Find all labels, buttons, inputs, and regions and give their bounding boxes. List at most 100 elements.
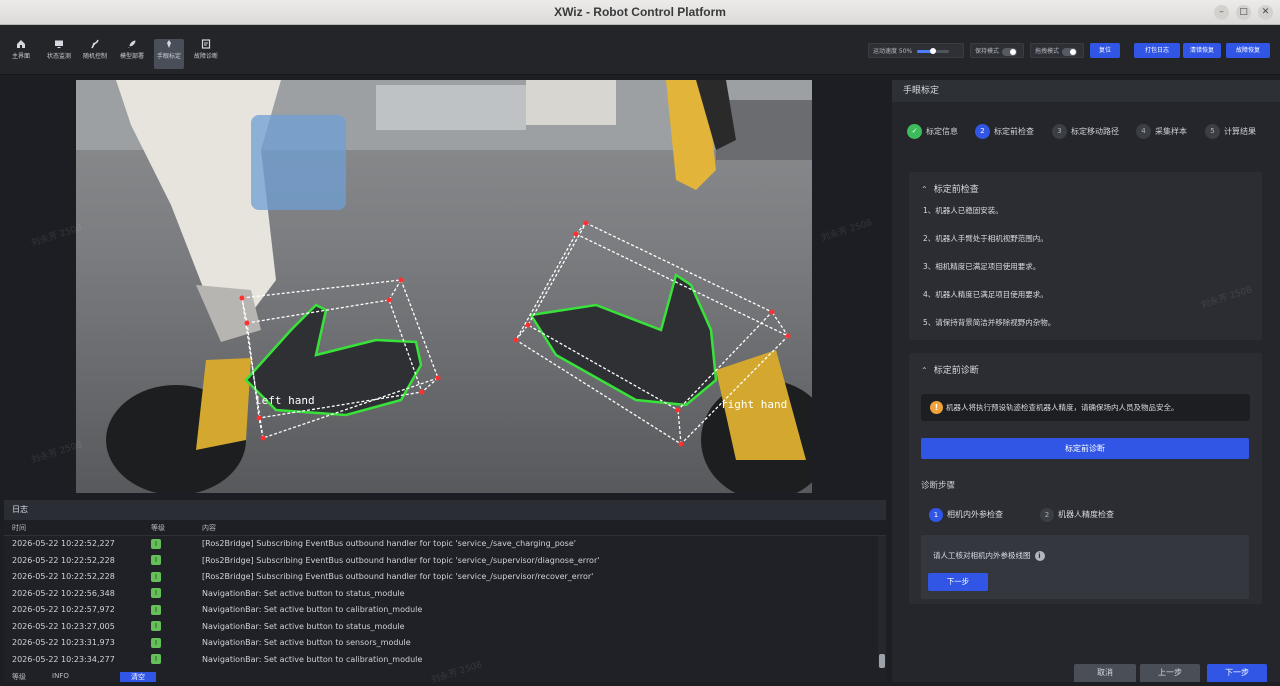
nav-home[interactable]: 主界面 (6, 39, 36, 69)
fault-recover-button[interactable]: 故障恢复 (1226, 43, 1270, 58)
speed-label: 运动速度 50% (873, 48, 913, 55)
diagnose-steps-title: 诊断步骤 (921, 481, 956, 491)
level-icon: I (151, 538, 161, 549)
level-icon: I (151, 571, 161, 582)
speed-control[interactable]: 运动速度 50% (868, 43, 964, 58)
calibration-step-5[interactable]: 5 计算结果 (1205, 123, 1256, 140)
log-message: NavigationBar: Set active button to stat… (202, 588, 405, 598)
diagnose-header[interactable]: ⌃ 标定前诊断 (909, 353, 1262, 376)
level-icon: I (151, 621, 161, 631)
run-diagnose-button[interactable]: 标定前诊断 (921, 438, 1249, 459)
log-level-badge: I (151, 553, 161, 570)
log-row: 2026-05-22 10:23:27,005 I NavigationBar: S… (4, 619, 886, 636)
rocket-icon (128, 40, 136, 48)
log-scrollbar[interactable] (878, 536, 886, 668)
nav-diagnose[interactable]: 故障诊断 (191, 39, 221, 69)
clear-error-button[interactable]: 清错恢复 (1183, 43, 1221, 58)
next-step-button[interactable]: 下一步 (1207, 664, 1267, 682)
log-panel: 日志 时间 等级 内容 2026-05-22 10:22:52,227 I [Ros… (4, 500, 886, 682)
log-time: 2026-05-22 10:23:27,005 (12, 621, 115, 631)
step-label: 标定信息 (926, 127, 958, 136)
step-label: 计算结果 (1224, 127, 1256, 136)
pack-log-button[interactable]: 打包日志 (1134, 43, 1180, 58)
calibration-title: 手眼标定 (892, 80, 1280, 102)
check-item: 5、请保持背景简洁并移除视野内杂物。 (923, 318, 1056, 327)
minimize-button[interactable]: – (1214, 5, 1229, 20)
log-level-badge: I (151, 586, 161, 603)
hold-mode-control[interactable]: 保持模式 (970, 43, 1024, 58)
reset-button[interactable]: 复位 (1090, 43, 1120, 58)
calibration-step-4[interactable]: 4 采集样本 (1136, 123, 1187, 140)
nav-deploy[interactable]: 模型部署 (117, 39, 147, 69)
nav-calibration[interactable]: 手眼标定 (154, 39, 184, 69)
log-clear-button[interactable]: 清空 (120, 672, 156, 682)
right-hand-label: right hand (721, 398, 787, 411)
diagnose-step-content: 请人工核对相机内外参极线图 i 下一步 (921, 535, 1249, 599)
log-level-badge: I (151, 635, 161, 652)
log-row: 2026-05-22 10:22:57,972 I NavigationBar: S… (4, 602, 886, 619)
level-icon: I (151, 637, 161, 648)
log-rows: 2026-05-22 10:22:52,227 I [Ros2Bridge] Sub… (4, 536, 886, 668)
nav-label: 随机控制 (82, 53, 107, 60)
log-row: 2026-05-22 10:22:56,348 I NavigationBar: S… (4, 586, 886, 603)
log-level-filter-label: 等级 (12, 673, 26, 681)
window-title: XWiz - Robot Control Platform (554, 5, 726, 19)
log-level-badge: I (151, 652, 161, 669)
log-row: 2026-05-22 10:22:52,228 I [Ros2Bridge] Sub… (4, 569, 886, 586)
calibration-step-1[interactable]: ✓ 标定信息 (907, 123, 958, 140)
precheck-header[interactable]: ⌃ 标定前检查 (909, 172, 1262, 195)
log-time: 2026-05-22 10:23:34,277 (12, 654, 115, 664)
log-message: NavigationBar: Set active button to cali… (202, 654, 423, 664)
check-item: 4、机器人精度已满足项目使用要求。 (923, 290, 1048, 299)
diagnose-icon (201, 39, 211, 49)
calibration-step-2[interactable]: 2 标定前检查 (975, 123, 1034, 140)
home-icon (17, 40, 25, 48)
nav-label: 主界面 (11, 53, 30, 60)
nav-control[interactable]: 随机控制 (80, 39, 110, 69)
left-hand-label: left hand (255, 394, 315, 407)
col-content-header: 内容 (202, 524, 216, 532)
window-titlebar: XWiz - Robot Control Platform – □ ✕ (0, 0, 1280, 25)
camera-scene: left hand right hand (76, 80, 812, 493)
drag-mode-toggle[interactable] (1062, 47, 1078, 56)
nav-label: 状态监测 (46, 53, 71, 60)
main-toolbar: 主界面 状态监测 随机控制 模型部署 手眼标定 故障诊断 运动速度 50% 保持… (0, 25, 1280, 75)
info-icon[interactable]: i (1034, 551, 1045, 561)
level-icon: I (151, 555, 161, 565)
nav-label: 模型部署 (119, 53, 144, 60)
drag-mode-control[interactable]: 拖拽模式 (1030, 43, 1084, 58)
step-number: 1 (929, 507, 943, 522)
step-label: 标定移动路径 (1071, 127, 1119, 136)
log-level-badge: I (151, 536, 161, 553)
log-time: 2026-05-22 10:22:57,972 (12, 605, 115, 614)
calibration-panel: 手眼标定 ✓ 标定信息 2 标定前检查 3 标定移动路径 4 采集样本 5 计算结果 ⌃ 标定前检查… (892, 80, 1280, 682)
speed-slider[interactable] (917, 48, 950, 54)
close-button[interactable]: ✕ (1258, 5, 1273, 20)
hold-mode-toggle[interactable] (1002, 47, 1018, 56)
col-level-header: 等级 (151, 524, 165, 532)
log-level-filter[interactable]: INFO (52, 672, 69, 680)
check-item: 3、相机精度已满足项目使用要求。 (923, 262, 1041, 271)
log-title: 日志 (4, 500, 886, 520)
camera-view: left hand right hand (76, 80, 812, 493)
check-item: 1、机器人已稳固安装。 (923, 206, 1003, 215)
arm-icon (91, 39, 99, 49)
log-message: NavigationBar: Set active button to sens… (202, 638, 411, 647)
log-row: 2026-05-22 10:22:52,227 I [Ros2Bridge] Sub… (4, 536, 886, 553)
log-row: 2026-05-22 10:23:34,277 I NavigationBar: S… (4, 652, 886, 669)
diagnose-step-1[interactable]: 1 相机内外参检查 (929, 507, 1003, 522)
calibration-step-3[interactable]: 3 标定移动路径 (1052, 123, 1119, 140)
calibrate-icon (167, 40, 171, 48)
log-message: [Ros2Bridge] Subscribing EventBus outbou… (202, 555, 600, 565)
nav-label: 故障诊断 (193, 53, 218, 60)
diagnose-step-2[interactable]: 2 机器人精度检查 (1040, 507, 1114, 522)
diagnose-next-button[interactable]: 下一步 (928, 573, 988, 591)
log-scroll-thumb[interactable] (879, 654, 885, 668)
nav-status[interactable]: 状态监测 (44, 39, 74, 69)
cancel-button[interactable]: 取消 (1074, 664, 1136, 682)
log-level-badge: I (151, 619, 161, 636)
monitor-icon (55, 40, 63, 48)
prev-step-button[interactable]: 上一步 (1140, 664, 1200, 682)
maximize-button[interactable]: □ (1236, 5, 1251, 20)
log-level-badge: I (151, 569, 161, 586)
